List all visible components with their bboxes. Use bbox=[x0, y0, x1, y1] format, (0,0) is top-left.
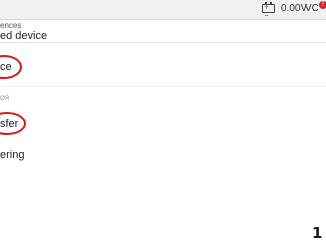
page-title: ed device bbox=[0, 30, 48, 42]
list-item-filtering[interactable]: ering bbox=[0, 149, 326, 163]
vci-label: VC bbox=[305, 3, 319, 14]
header-subtitle: ences bbox=[0, 21, 22, 30]
list-item-device[interactable]: ce bbox=[0, 61, 326, 75]
list-item-transfer[interactable]: sfer bbox=[0, 118, 326, 132]
section-divider bbox=[0, 86, 326, 87]
vci-status-badge[interactable]: ! bbox=[319, 1, 326, 9]
annotation-ellipse bbox=[0, 55, 22, 79]
voltage-readout: 0.00V bbox=[281, 3, 308, 14]
status-bar: +− 0.00V VC ! bbox=[0, 0, 326, 20]
header-divider bbox=[0, 42, 326, 43]
section-header: OR bbox=[0, 96, 10, 102]
battery-icon: +− bbox=[262, 2, 275, 19]
corner-logo: 1 bbox=[312, 224, 323, 242]
screen: +− 0.00V VC ! ences ed device ce OR sfer… bbox=[0, 0, 326, 245]
